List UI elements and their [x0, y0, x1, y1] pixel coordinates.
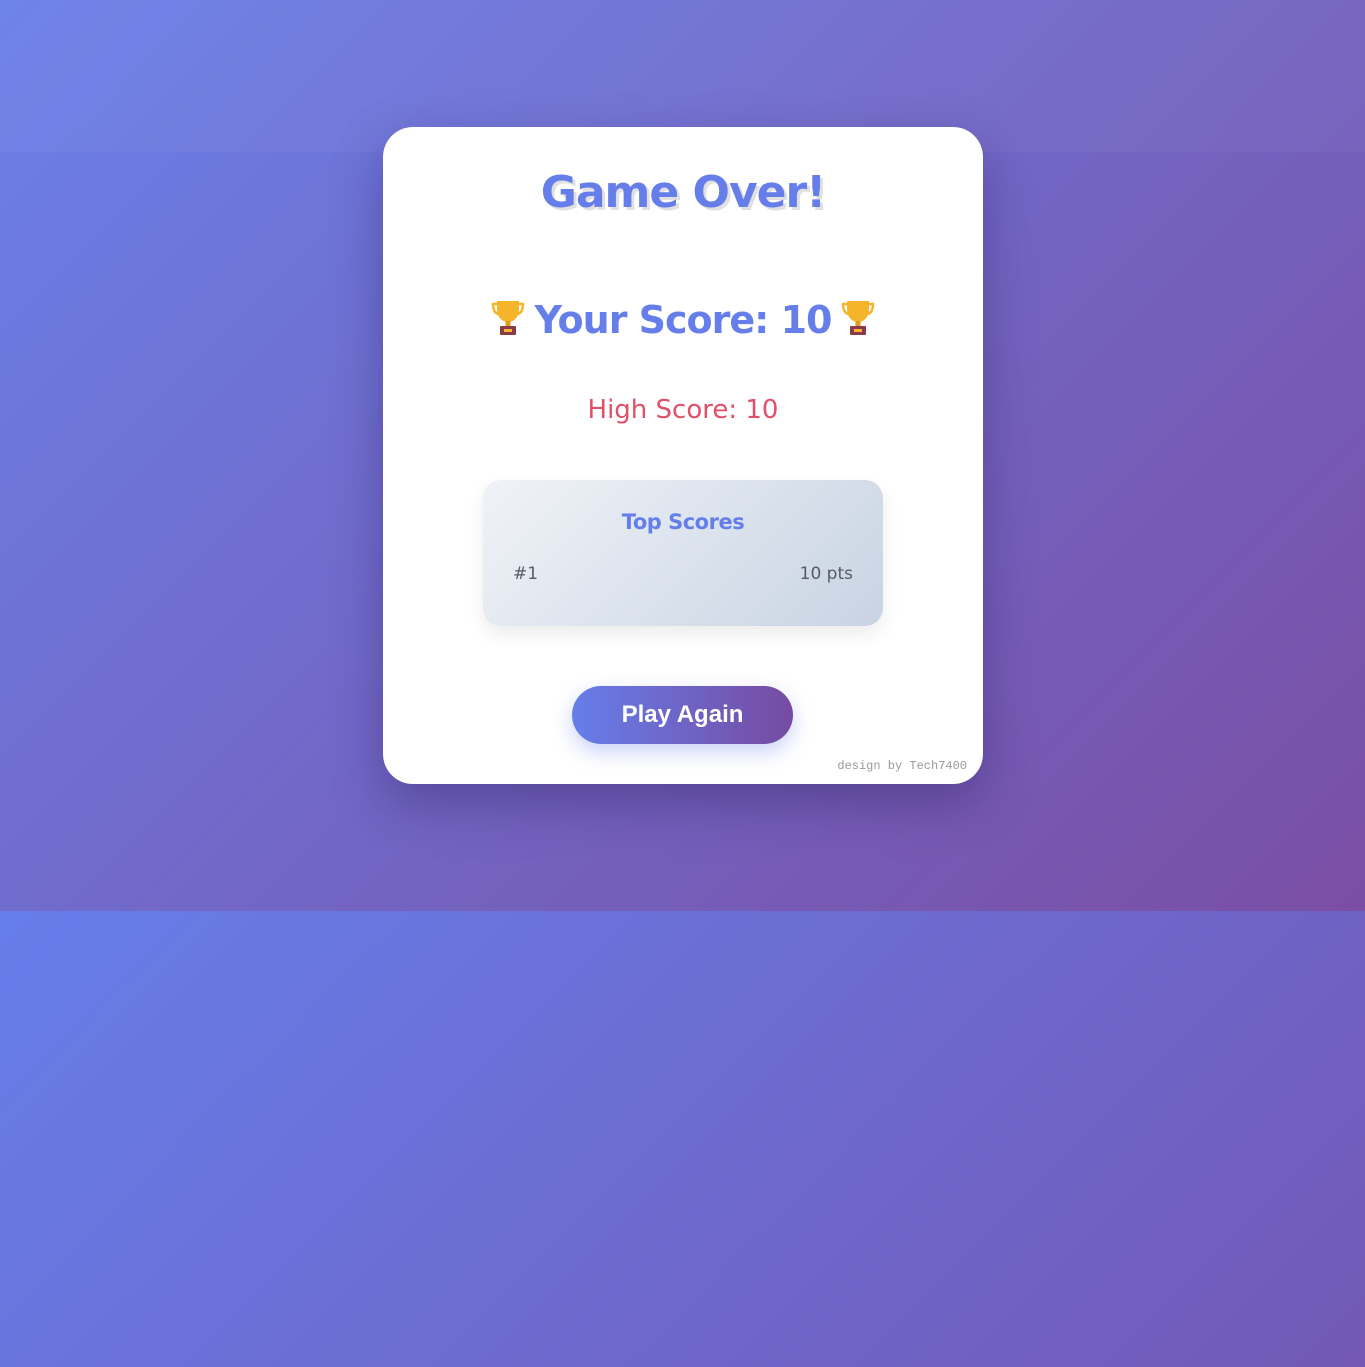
score-line: Your Score: 10	[383, 297, 983, 342]
top-scores-title: Top Scores	[621, 510, 745, 534]
trophy-icon	[491, 297, 525, 337]
play-again-button[interactable]: Play Again	[572, 686, 793, 744]
trophy-icon	[841, 297, 875, 337]
score-rank: #1	[513, 564, 539, 584]
credit-text: design by Tech7400	[837, 759, 967, 773]
background-lower	[0, 911, 1365, 1367]
game-over-card: Game Over! Your Score: 10 High Score: 10	[383, 127, 983, 784]
score-points: 10 pts	[799, 564, 853, 584]
your-score-text: Your Score: 10	[534, 298, 833, 342]
high-score-text: High Score: 10	[587, 395, 779, 425]
game-over-title: Game Over!	[540, 167, 827, 218]
top-scores-panel: Top Scores #1 10 pts	[483, 480, 883, 626]
list-item: #1 10 pts	[513, 564, 853, 588]
